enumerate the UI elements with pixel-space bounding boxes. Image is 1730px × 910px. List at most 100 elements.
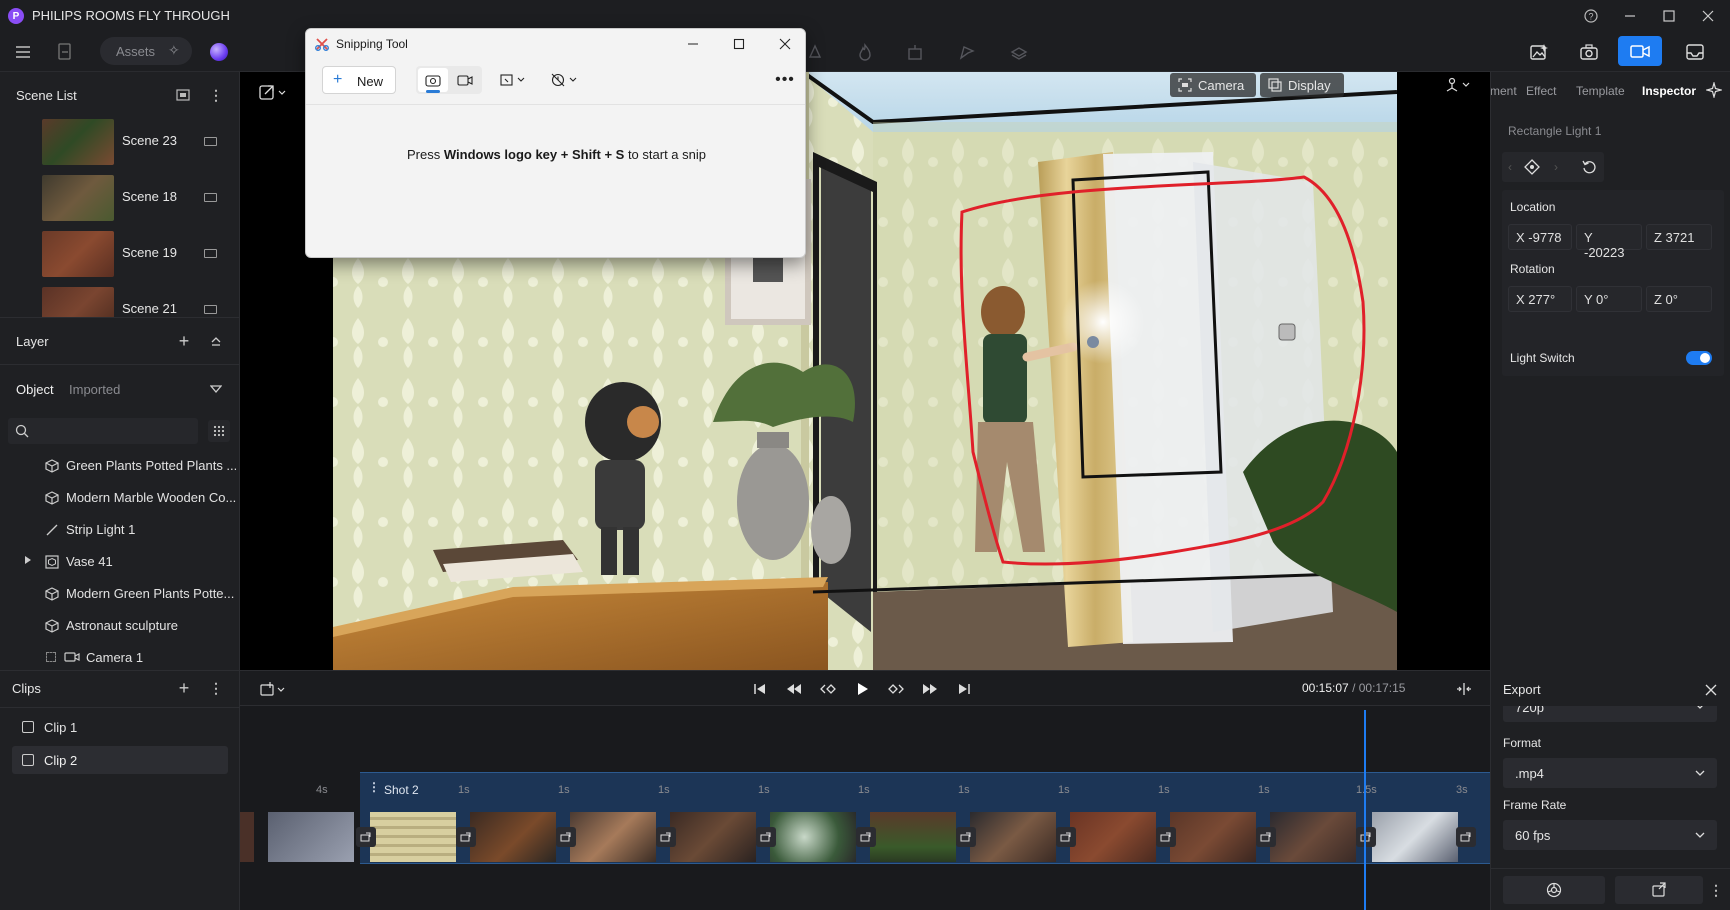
transition-icon[interactable] [656,827,676,847]
skip-to-start-icon[interactable] [748,679,772,699]
transition-icon[interactable] [1456,827,1476,847]
timeline-frame[interactable] [1070,812,1156,862]
object-tool-icon[interactable] [904,42,926,62]
timeline-frame[interactable] [970,812,1056,862]
transition-icon[interactable] [456,827,476,847]
snip-more-icon[interactable]: ••• [772,68,798,92]
transition-icon[interactable] [1256,827,1276,847]
filter-icon[interactable] [206,380,226,398]
tab-object[interactable]: Object [16,382,54,397]
export-file-icon[interactable] [54,42,76,62]
minimize-icon[interactable] [1618,7,1642,25]
light-switch-toggle[interactable] [1686,351,1712,365]
timeline-frame[interactable] [870,812,956,862]
snip-delay-select[interactable] [548,68,584,92]
clips-more-icon[interactable]: ⋮ [206,679,226,697]
rewind-icon[interactable] [782,679,806,699]
inbox-icon[interactable] [1682,40,1708,64]
timeline-frame[interactable] [770,812,856,862]
transition-icon[interactable] [1056,827,1076,847]
export-more-icon[interactable]: ⋮ [1707,878,1725,902]
layer-item[interactable]: Green Plants Potted Plants ... [0,450,238,482]
format-select[interactable]: .mp4 [1503,758,1717,788]
gizmo-icon[interactable] [1440,73,1474,97]
timeline-frame[interactable] [1170,812,1256,862]
resolution-select[interactable]: 720p [1503,706,1717,722]
shape-tool-icon[interactable] [804,42,826,62]
scene-item[interactable]: Scene 19 [0,227,238,283]
scene-preview-icon[interactable] [204,137,217,146]
new-snip-button[interactable]: + New [322,66,396,94]
next-keyframe-button-icon[interactable] [884,679,908,699]
layers-tool-icon[interactable] [1008,42,1030,62]
tab-template[interactable]: Template [1576,84,1625,98]
timeline-frame[interactable] [1270,812,1356,862]
display-button[interactable]: Display [1260,73,1344,97]
transition-icon[interactable] [956,827,976,847]
expand-arrow-icon[interactable] [24,555,32,565]
scene-item[interactable]: Scene 23 [0,115,238,171]
prev-keyframe-button-icon[interactable] [816,679,840,699]
transition-icon[interactable] [1356,827,1376,847]
export-close-icon[interactable] [1701,680,1721,700]
snip-maximize-icon[interactable] [726,35,752,53]
tab-inspector[interactable]: Inspector [1642,84,1696,98]
tab-imported[interactable]: Imported [69,382,120,397]
next-keyframe-icon[interactable]: › [1554,160,1558,174]
transition-icon[interactable] [556,827,576,847]
camera-button[interactable]: Camera [1170,73,1256,97]
play-icon[interactable] [850,679,874,699]
image-render-icon[interactable] [1526,40,1552,64]
add-shot-icon[interactable] [258,679,290,699]
skip-to-end-icon[interactable] [952,679,976,699]
layer-item[interactable]: Vase 41 [0,546,238,578]
location-z-field[interactable]: Z 3721 [1646,224,1712,250]
tab-effect[interactable]: Effect [1526,84,1556,98]
tab-environment[interactable]: ment [1490,84,1517,98]
frame-rate-select[interactable]: 60 fps [1503,820,1717,850]
screenshot-icon[interactable] [1576,40,1602,64]
add-clip-icon[interactable]: + [174,678,194,698]
transition-icon[interactable] [856,827,876,847]
reset-icon[interactable] [1574,152,1604,182]
fast-forward-icon[interactable] [918,679,942,699]
layer-item[interactable]: Modern Green Plants Potte... [0,578,238,610]
path-tool-icon[interactable] [956,42,978,62]
more-options-icon[interactable]: ⋮ [206,86,226,104]
layer-item[interactable]: Strip Light 1 [0,514,238,546]
transition-icon[interactable] [1156,827,1176,847]
transition-icon[interactable] [756,827,776,847]
help-icon[interactable]: ? [1582,7,1600,25]
scene-preview-icon[interactable] [204,193,217,202]
playhead[interactable] [1364,710,1366,910]
clip-item[interactable]: Clip 1 [12,713,228,741]
export-render-button[interactable] [1615,876,1703,904]
menu-icon[interactable] [12,42,34,62]
snip-close-icon[interactable] [772,35,798,53]
rotation-z-field[interactable]: Z 0° [1646,286,1712,312]
add-keyframe-icon[interactable] [1524,159,1540,175]
location-x-field[interactable]: X -9778 [1508,224,1572,250]
collapse-icon[interactable] [206,332,226,350]
ai-orb-icon[interactable] [210,43,228,61]
timeline-frame[interactable] [470,812,556,862]
scene-preview-icon[interactable] [204,305,217,314]
clip-item[interactable]: Clip 2 [12,746,228,774]
scene-preview-icon[interactable] [204,249,217,258]
prev-keyframe-icon[interactable]: ‹ [1508,160,1512,174]
timeline-frame[interactable] [570,812,656,862]
close-icon[interactable] [1696,7,1720,25]
video-render-button[interactable] [1618,36,1662,66]
timeline-frame[interactable] [1372,812,1458,862]
tab-overflow-icon[interactable] [1704,80,1724,100]
fire-effect-icon[interactable] [854,42,876,62]
add-layer-icon[interactable]: + [174,331,194,351]
layer-item[interactable]: Camera 1 [0,642,238,670]
timeline-frame[interactable] [268,812,354,862]
timeline-frame[interactable] [240,812,254,862]
add-scene-icon[interactable] [174,86,194,104]
scene-item[interactable]: Scene 18 [0,171,238,227]
viewport-export-icon[interactable] [256,82,290,102]
split-clip-icon[interactable] [1452,679,1476,699]
maximize-icon[interactable] [1657,7,1681,25]
